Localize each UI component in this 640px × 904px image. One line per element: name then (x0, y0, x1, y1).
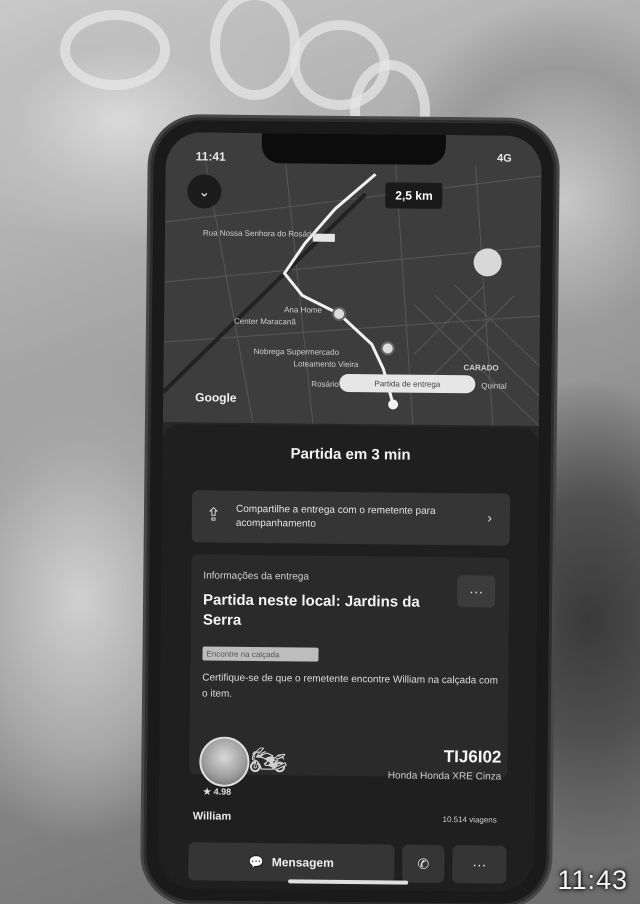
share-delivery-text: Compartilhe a entrega com o remetente pa… (235, 503, 436, 530)
status-signal: 4G (496, 152, 512, 165)
map-label-district: Rosário (311, 379, 339, 389)
map-label-store: Loteamento Vieira (293, 359, 359, 370)
share-delivery-card[interactable]: ⇪ Compartilhe a entrega com o remetente … (191, 490, 511, 546)
motorcycle-icon: 🏍 (249, 743, 288, 778)
notch (261, 133, 446, 165)
chain-link (210, 0, 300, 100)
vehicle-description: Honda Honda XRE Cinza (387, 770, 502, 783)
more-dots-icon: ··· (472, 856, 487, 873)
map-label-district: Quintal (481, 381, 507, 391)
license-plate: TIJ6I02 (443, 746, 502, 767)
more-dots-icon: ··· (469, 583, 484, 600)
share-delivery-icon: ⇪ (205, 504, 222, 525)
driver-avatar[interactable] (199, 736, 250, 787)
chevron-down-icon: ⌄ (198, 182, 211, 200)
delivery-instructions: Certifique-se de que o remetente encontr… (202, 672, 498, 700)
more-options-button[interactable]: ··· (457, 575, 496, 608)
message-button-label: Mensagem (271, 855, 334, 870)
curbside-badge: Encontre na calçada (202, 646, 319, 662)
map-label-area: Ana Home (284, 305, 322, 315)
driver-name: William (192, 810, 232, 823)
phone: 11:41 4G ⌄ 2,5 km Rua Nossa Senhora do R… (145, 119, 555, 904)
chat-icon: 💬 (248, 854, 264, 870)
call-button[interactable]: ✆ (402, 844, 445, 884)
driver-rating: ★ 4.98 (203, 786, 232, 797)
back-button[interactable]: ⌄ (187, 174, 222, 209)
distance-chip: 2,5 km (385, 182, 443, 209)
map-label-store: Nobrega Supermercado (253, 346, 340, 357)
chevron-right-icon: › (487, 509, 493, 526)
pickup-location-title: Partida neste local: Jardins da Serra (202, 591, 420, 629)
trip-sheet: Partida em 3 min ⇪ Compartilhe a entrega… (158, 424, 539, 892)
map-view[interactable]: ⌄ 2,5 km Rua Nossa Senhora do Rosário An… (162, 132, 542, 426)
chain-link (60, 10, 170, 90)
google-logo: Google (195, 390, 237, 405)
message-button[interactable]: 💬 Mensagem (188, 842, 395, 883)
driver-info: 🏍 ★ 4.98 TIJ6I02 Honda Honda XRE Cinza W… (189, 736, 508, 829)
photo-timestamp: 11:43 (557, 865, 628, 895)
map-label-street: Rua Nossa Senhora do Rosário (202, 228, 316, 239)
more-actions-button[interactable]: ··· (452, 845, 507, 884)
phone-screen: 11:41 4G ⌄ 2,5 km Rua Nossa Senhora do R… (158, 132, 542, 892)
map-label-district: CARADO (463, 363, 499, 373)
driver-trip-count: 10.514 viagens (442, 814, 497, 825)
delivery-info-eyebrow: Informações da entrega (203, 570, 309, 583)
trip-status-title: Partida em 3 min (290, 445, 411, 464)
map-label-area: Center Maracanã (233, 316, 296, 327)
phone-icon: ✆ (417, 855, 430, 872)
status-time: 11:41 (195, 149, 226, 164)
pickup-pin-label[interactable]: Partida de entrega (339, 373, 476, 394)
